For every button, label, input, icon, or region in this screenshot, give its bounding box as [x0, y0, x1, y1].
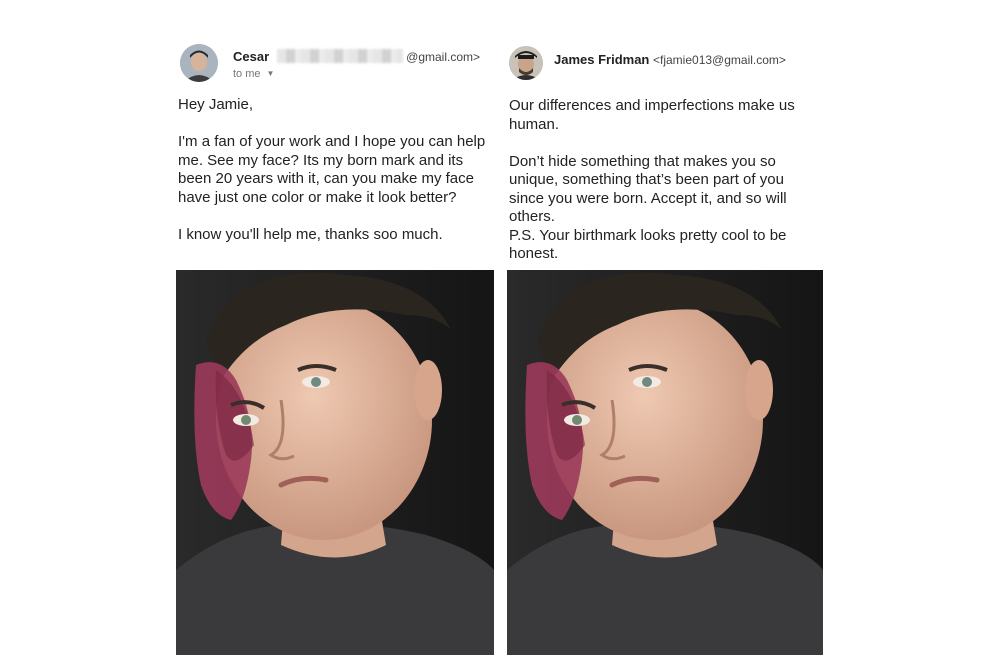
user-avatar-icon [180, 44, 218, 82]
sender-email: @gmail.com> [406, 50, 481, 64]
original-photo [176, 270, 494, 655]
to-label: to me [233, 68, 261, 80]
recipient-details[interactable]: to me ▼ [233, 68, 274, 80]
email-body: Hey Jamie, I'm a fan of your work and I … [178, 96, 486, 243]
sender-name[interactable]: James Fridman [554, 52, 649, 67]
sender-name[interactable]: Cesar [233, 49, 269, 64]
email-header: James Fridman <fjamie013@gmail.com> [507, 44, 825, 86]
email-header: Cesar @gmail.com> to me ▼ [176, 44, 494, 86]
redacted-email-blur [277, 49, 404, 63]
unedited-photo [507, 270, 823, 655]
email-body: Our differences and imperfections make u… [509, 97, 795, 262]
caret-down-icon[interactable]: ▼ [267, 69, 275, 78]
sender-email: <fjamie013@gmail.com> [653, 53, 786, 67]
user-avatar-icon [509, 46, 543, 80]
sender-avatar[interactable] [509, 46, 543, 80]
sender-line: Cesar @gmail.com> [233, 49, 480, 64]
sender-avatar[interactable] [180, 44, 218, 82]
sender-line: James Fridman <fjamie013@gmail.com> [554, 52, 786, 67]
